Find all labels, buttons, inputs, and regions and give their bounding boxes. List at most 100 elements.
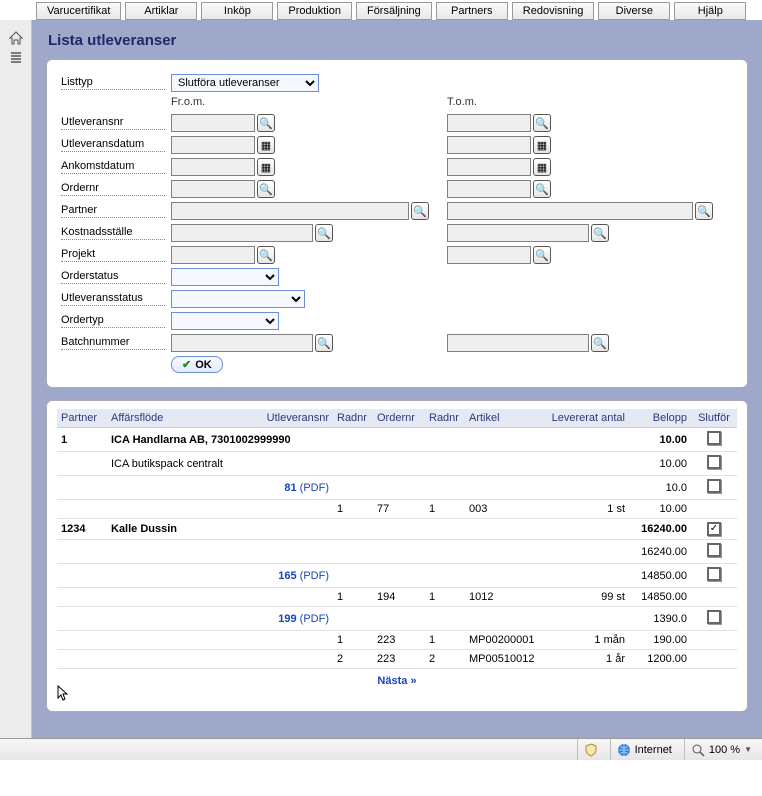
batchnummer-to-input[interactable] [447, 334, 589, 352]
projekt-from-input[interactable] [171, 246, 255, 264]
ankomstdatum-to-input[interactable] [447, 158, 531, 176]
search-icon[interactable]: 🔍 [315, 224, 333, 242]
utleveransnr-from-input[interactable] [171, 114, 255, 132]
utleveransdatum-to-input[interactable] [447, 136, 531, 154]
cell-belopp: 1390.0 [629, 607, 691, 631]
status-zoom: 100 % [709, 744, 740, 756]
ordernr-to-input[interactable] [447, 180, 531, 198]
table-row: 1 194 1 1012 99 st 14850.00 [57, 588, 737, 607]
globe-icon [617, 743, 631, 757]
search-icon[interactable]: 🔍 [315, 334, 333, 352]
page-title: Lista utleveranser [48, 32, 748, 49]
chevron-down-icon[interactable]: ▼ [744, 745, 752, 754]
utleveransnr-link[interactable]: 199 (PDF) [278, 613, 329, 625]
search-icon[interactable]: 🔍 [695, 202, 713, 220]
tab-redovisning[interactable]: Redovisning [512, 2, 595, 20]
tab-produktion[interactable]: Produktion [277, 2, 352, 20]
tab-varucertifikat[interactable]: Varucertifikat [36, 2, 121, 20]
search-icon[interactable]: 🔍 [591, 224, 609, 242]
calendar-icon[interactable]: ▦ [533, 136, 551, 154]
table-row: ICA butikspack centralt 10.00 [57, 452, 737, 476]
results-panel: Partner Affärsflöde Utleveransnr Radnr O… [46, 400, 748, 712]
tab-artiklar[interactable]: Artiklar [125, 2, 197, 20]
projekt-to-input[interactable] [447, 246, 531, 264]
home-icon[interactable] [8, 30, 24, 46]
search-icon[interactable]: 🔍 [533, 246, 551, 264]
utleveransstatus-select[interactable] [171, 290, 305, 308]
ok-button[interactable]: ✔ OK [171, 356, 223, 373]
check-icon: ✔ [182, 358, 191, 371]
cell-belopp: 10.00 [629, 452, 691, 476]
col-radnr2[interactable]: Radnr [425, 409, 465, 428]
slutfor-checkbox[interactable] [707, 479, 721, 493]
table-row: 2 223 2 MP00510012 1 år 1200.00 [57, 650, 737, 669]
search-icon[interactable]: 🔍 [533, 114, 551, 132]
col-partner[interactable]: Partner [57, 409, 107, 428]
list-icon[interactable] [8, 50, 24, 66]
slutfor-checkbox[interactable] [707, 543, 721, 557]
calendar-icon[interactable]: ▦ [257, 158, 275, 176]
ankomstdatum-from-input[interactable] [171, 158, 255, 176]
slutfor-checkbox[interactable] [707, 567, 721, 581]
col-slutfor[interactable]: Slutför [691, 409, 737, 428]
utleveransnr-to-input[interactable] [447, 114, 531, 132]
partner-from-input[interactable] [171, 202, 409, 220]
slutfor-checkbox[interactable] [707, 455, 721, 469]
col-utleveransnr[interactable]: Utleveransnr [247, 409, 333, 428]
slutfor-checkbox[interactable] [707, 522, 721, 536]
search-icon[interactable]: 🔍 [257, 180, 275, 198]
slutfor-checkbox[interactable] [707, 610, 721, 624]
col-radnr1[interactable]: Radnr [333, 409, 373, 428]
table-row: 1234 Kalle Dussin 16240.00 [57, 519, 737, 540]
search-icon[interactable]: 🔍 [411, 202, 429, 220]
heading-from: Fr.o.m. [171, 96, 447, 108]
label-ankomstdatum: Ankomstdatum [61, 160, 165, 174]
label-kostnadsstalle: Kostnadsställe [61, 226, 165, 240]
calendar-icon[interactable]: ▦ [257, 136, 275, 154]
tab-hjalp[interactable]: Hjälp [674, 2, 746, 20]
calendar-icon[interactable]: ▦ [533, 158, 551, 176]
left-sidebar [0, 20, 32, 738]
kostnadsstalle-to-input[interactable] [447, 224, 589, 242]
results-table: Partner Affärsflöde Utleveransnr Radnr O… [57, 409, 737, 669]
tab-diverse[interactable]: Diverse [598, 2, 670, 20]
col-artikel[interactable]: Artikel [465, 409, 539, 428]
label-ordertyp: Ordertyp [61, 314, 165, 328]
zoom-icon [691, 743, 705, 757]
slutfor-checkbox[interactable] [707, 431, 721, 445]
cell-partner: 1 [57, 428, 107, 452]
col-levererat-antal[interactable]: Levererat antal [539, 409, 629, 428]
cursor-icon [57, 685, 737, 703]
search-icon[interactable]: 🔍 [591, 334, 609, 352]
label-utleveransstatus: Utleveransstatus [61, 292, 165, 306]
ordertyp-select[interactable] [171, 312, 279, 330]
partner-to-input[interactable] [447, 202, 693, 220]
table-row: 165 (PDF) 14850.00 [57, 564, 737, 588]
search-icon[interactable]: 🔍 [257, 246, 275, 264]
table-row: 1 223 1 MP00200001 1 mån 190.00 [57, 631, 737, 650]
listtyp-select[interactable]: Slutföra utleveranser [171, 74, 319, 92]
col-belopp[interactable]: Belopp [629, 409, 691, 428]
utleveransnr-link[interactable]: 165 (PDF) [278, 570, 329, 582]
search-icon[interactable]: 🔍 [257, 114, 275, 132]
search-icon[interactable]: 🔍 [533, 180, 551, 198]
batchnummer-from-input[interactable] [171, 334, 313, 352]
status-zone: Internet [635, 744, 672, 756]
tab-partners[interactable]: Partners [436, 2, 508, 20]
cell-group-title: Kalle Dussin [107, 519, 539, 540]
ordernr-from-input[interactable] [171, 180, 255, 198]
utleveransnr-link[interactable]: 81 (PDF) [284, 482, 329, 494]
filter-panel: Listtyp Slutföra utleveranser Fr.o.m. T.… [46, 59, 748, 388]
cell-belopp: 14850.00 [629, 564, 691, 588]
label-partner: Partner [61, 204, 165, 218]
col-ordernr[interactable]: Ordernr [373, 409, 425, 428]
tab-inkop[interactable]: Inköp [201, 2, 273, 20]
orderstatus-select[interactable] [171, 268, 279, 286]
kostnadsstalle-from-input[interactable] [171, 224, 313, 242]
utleveransdatum-from-input[interactable] [171, 136, 255, 154]
cell-belopp: 10.0 [629, 476, 691, 500]
tab-forsaljning[interactable]: Försäljning [356, 2, 432, 20]
col-affarsflode[interactable]: Affärsflöde [107, 409, 247, 428]
table-row: 1 ICA Handlarna AB, 7301002999990 10.00 [57, 428, 737, 452]
table-row: 81 (PDF) 10.0 [57, 476, 737, 500]
